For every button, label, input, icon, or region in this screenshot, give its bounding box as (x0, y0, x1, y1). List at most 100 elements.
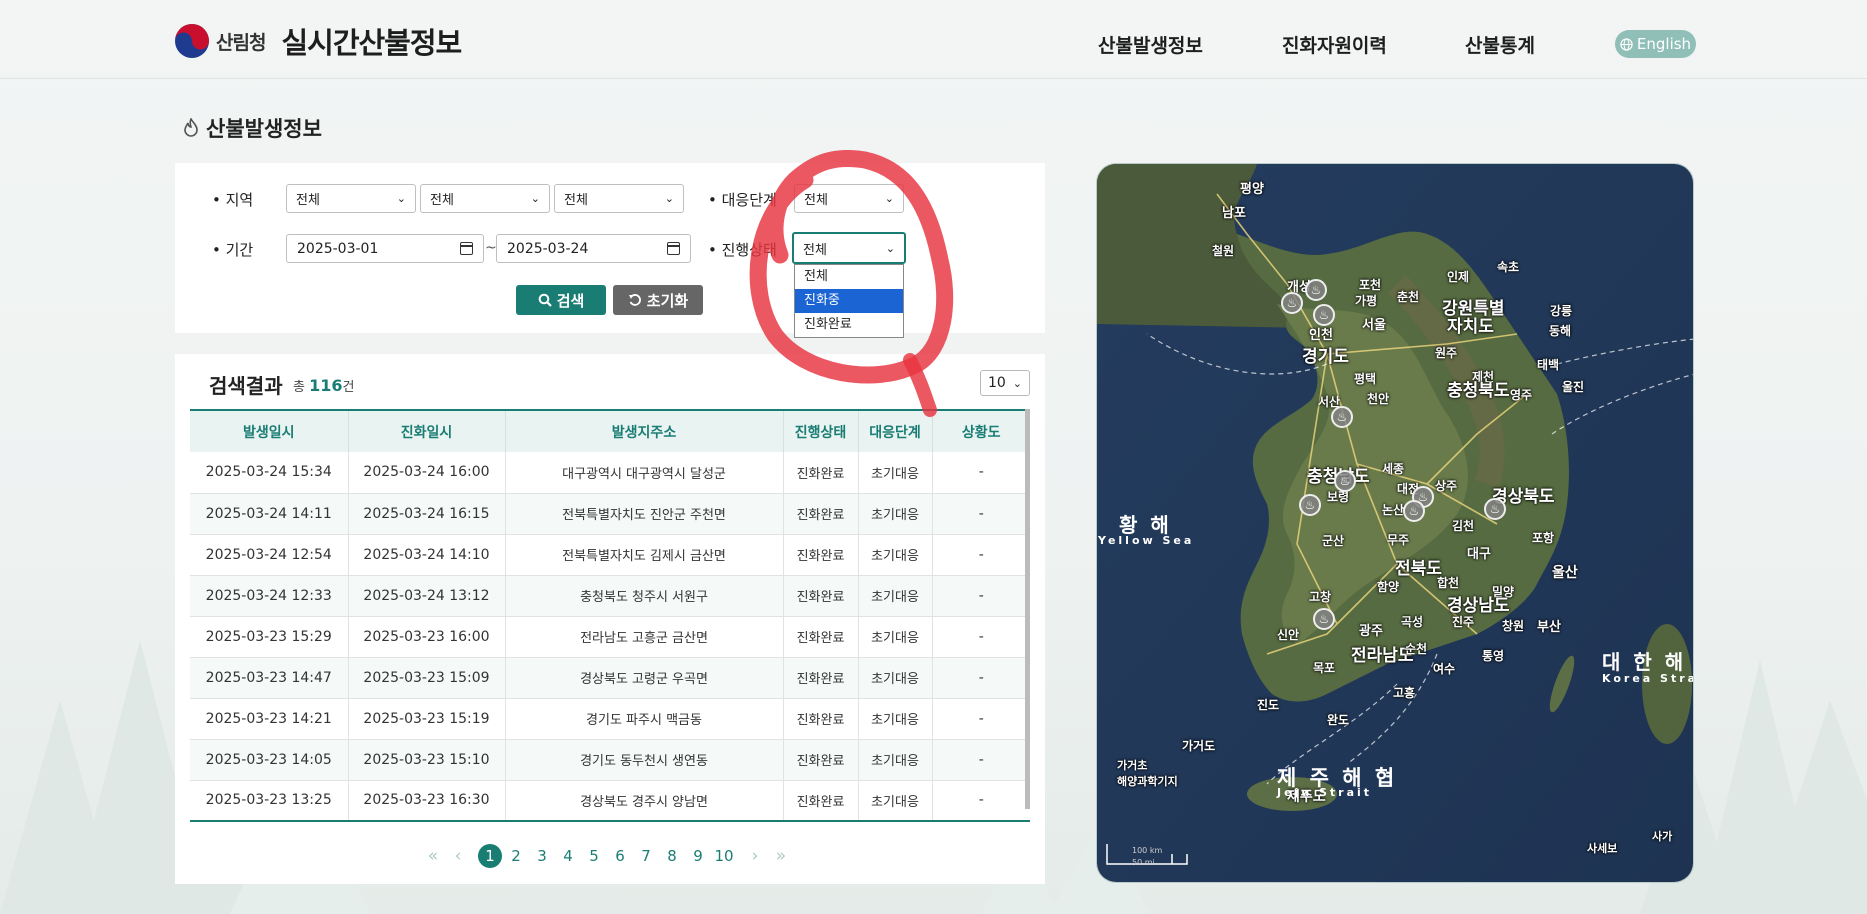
fire-marker-icon[interactable]: ♨ (1403, 500, 1425, 522)
table-row[interactable]: 2025-03-23 14:47 2025-03-23 15:09 경상북도 고령군… (190, 657, 1030, 698)
page-10-link[interactable]: 10 (712, 844, 736, 868)
site-title: 실시간산불정보 (281, 26, 462, 60)
table-header-row: 발생일시 진화일시 발생지주소 진행상태 대응단계 상황도 (190, 410, 1030, 452)
fire-marker-icon[interactable]: ♨ (1334, 470, 1356, 492)
region-select-1-value: 전체 (296, 193, 320, 208)
region-select-2[interactable]: 전체 ⌄ (420, 184, 550, 213)
page-5-link[interactable]: 5 (582, 844, 606, 868)
map-place-label: 순천 (1405, 642, 1428, 656)
nav-statistics[interactable]: 산불통계 (1465, 31, 1535, 58)
count-prefix: 총 (293, 380, 305, 395)
cell-start-time: 2025-03-23 15:29 (190, 616, 349, 657)
flame-icon (184, 118, 198, 137)
map-place-label: 진도 (1257, 698, 1280, 712)
first-page-icon[interactable]: « (421, 844, 445, 868)
table-row[interactable]: 2025-03-24 15:34 2025-03-24 16:00 대구광역시 대구… (190, 452, 1030, 493)
fire-marker-icon[interactable]: ♨ (1331, 406, 1353, 428)
sea-label-korea-strait-en: Korea Strait (1602, 672, 1693, 685)
next-page-icon[interactable]: › (743, 844, 767, 868)
calendar-icon[interactable] (667, 242, 680, 255)
fire-marker-icon[interactable]: ♨ (1299, 494, 1321, 516)
col-status[interactable]: 진행상태 (783, 410, 859, 452)
page-3-link[interactable]: 3 (530, 844, 554, 868)
table-row[interactable]: 2025-03-24 12:33 2025-03-24 13:12 충청북도 청주시… (190, 575, 1030, 616)
col-situation[interactable]: 상황도 (932, 410, 1030, 452)
cell-situation: - (978, 792, 984, 809)
fire-marker-icon[interactable]: ♨ (1313, 304, 1335, 326)
map-place-label: 천안 (1367, 392, 1390, 406)
page-4-link[interactable]: 4 (556, 844, 580, 868)
table-row[interactable]: 2025-03-23 14:21 2025-03-23 15:19 경기도 파주시 … (190, 698, 1030, 739)
region-select-1[interactable]: 전체 ⌄ (286, 184, 416, 213)
english-button[interactable]: English (1615, 30, 1696, 58)
cell-address: 전북특별자치도 진안군 주천면 (505, 493, 784, 534)
prev-page-icon[interactable]: ‹ (446, 844, 470, 868)
map-place-label: 군산 (1322, 534, 1345, 548)
cell-start-time: 2025-03-24 14:11 (190, 493, 349, 534)
cell-end-time: 2025-03-24 13:12 (348, 575, 506, 616)
table-row[interactable]: 2025-03-23 14:05 2025-03-23 15:10 경기도 동두천시… (190, 739, 1030, 780)
sea-label-jeju-strait-en: Jeju Strait (1277, 786, 1373, 799)
per-page-select[interactable]: 10 ⌄ (980, 370, 1030, 396)
map-place-label: 울진 (1562, 380, 1585, 394)
wildfire-map[interactable]: 평양 남포 철원 개성 포천 가평 춘천 인제 속초 강원특별 자치도 서울 인천 경기도 강릉 동해 원주 평택… (1096, 163, 1694, 883)
table-row[interactable]: 2025-03-23 13:25 2025-03-23 16:30 경상북도 경주시… (190, 780, 1030, 821)
table-row[interactable]: 2025-03-23 15:29 2025-03-23 16:00 전라남도 고흥군… (190, 616, 1030, 657)
cell-address: 경상북도 고령군 우곡면 (505, 657, 784, 698)
table-row[interactable]: 2025-03-24 14:11 2025-03-24 16:15 전북특별자치도 … (190, 493, 1030, 534)
site-logo[interactable]: 산림청 실시간산불정보 (174, 20, 462, 62)
period-label: • 기간 (212, 241, 254, 259)
table-row[interactable]: 2025-03-24 12:54 2025-03-24 14:10 전북특별자치도 … (190, 534, 1030, 575)
map-place-label: 합천 (1437, 576, 1460, 590)
cell-situation: - (978, 751, 984, 768)
map-place-label: 가평 (1355, 294, 1378, 308)
map-place-label: 충청북도 (1447, 381, 1510, 401)
cell-status: 진화완료 (783, 452, 859, 493)
region-label: • 지역 (212, 191, 254, 209)
fire-marker-icon[interactable]: ♨ (1313, 608, 1335, 630)
last-page-icon[interactable]: » (769, 844, 793, 868)
fire-marker-icon[interactable]: ♨ (1305, 279, 1327, 301)
english-label: English (1636, 35, 1692, 53)
nav-resource-history[interactable]: 진화자원이력 (1282, 31, 1387, 58)
page-9-link[interactable]: 9 (686, 844, 710, 868)
date-to-input[interactable]: 2025-03-24 (496, 234, 691, 263)
status-dropdown-list[interactable]: 전체 진화중 진화완료 (794, 264, 904, 338)
page-8-link[interactable]: 8 (660, 844, 684, 868)
cell-start-time: 2025-03-24 15:34 (190, 452, 349, 493)
region-select-3[interactable]: 전체 ⌄ (554, 184, 684, 213)
page-1-link[interactable]: 1 (478, 844, 502, 868)
map-place-label: 진주 (1452, 615, 1475, 629)
status-label: • 진행상태 (708, 241, 777, 259)
status-select[interactable]: 전체 ⌄ (792, 232, 906, 264)
status-option-completed[interactable]: 진화완료 (795, 313, 903, 337)
map-place-label: 김천 (1452, 519, 1475, 533)
map-place-label: 영주 (1510, 388, 1533, 402)
table-scrollbar[interactable] (1025, 409, 1030, 809)
date-from-input[interactable]: 2025-03-01 (286, 234, 484, 263)
reset-button[interactable]: 초기화 (613, 285, 703, 315)
page-7-link[interactable]: 7 (634, 844, 658, 868)
cell-end-time: 2025-03-24 16:15 (348, 493, 506, 534)
cell-start-time: 2025-03-23 13:25 (190, 780, 349, 821)
map-place-label: 함양 (1377, 580, 1400, 594)
fire-marker-icon[interactable]: ♨ (1484, 498, 1506, 520)
status-option-all[interactable]: 전체 (795, 265, 903, 289)
col-response[interactable]: 대응단계 (858, 410, 933, 452)
cell-response: 초기대응 (858, 493, 933, 534)
result-count: 총 116건 (293, 376, 354, 395)
status-option-in-progress[interactable]: 진화중 (795, 289, 903, 313)
col-address[interactable]: 발생지주소 (505, 410, 784, 452)
status-select-value: 전체 (803, 242, 827, 258)
col-end-time[interactable]: 진화일시 (348, 410, 506, 452)
response-select[interactable]: 전체 ⌄ (794, 184, 904, 213)
date-from-value: 2025-03-01 (297, 240, 379, 257)
search-button[interactable]: 검색 (516, 285, 606, 315)
nav-wildfire-info[interactable]: 산불발생정보 (1098, 31, 1203, 58)
calendar-icon[interactable] (460, 242, 473, 255)
per-page-value: 10 (988, 375, 1006, 391)
col-start-time[interactable]: 발생일시 (190, 410, 349, 452)
page-2-link[interactable]: 2 (504, 844, 528, 868)
page-6-link[interactable]: 6 (608, 844, 632, 868)
fire-marker-icon[interactable]: ♨ (1281, 292, 1303, 314)
